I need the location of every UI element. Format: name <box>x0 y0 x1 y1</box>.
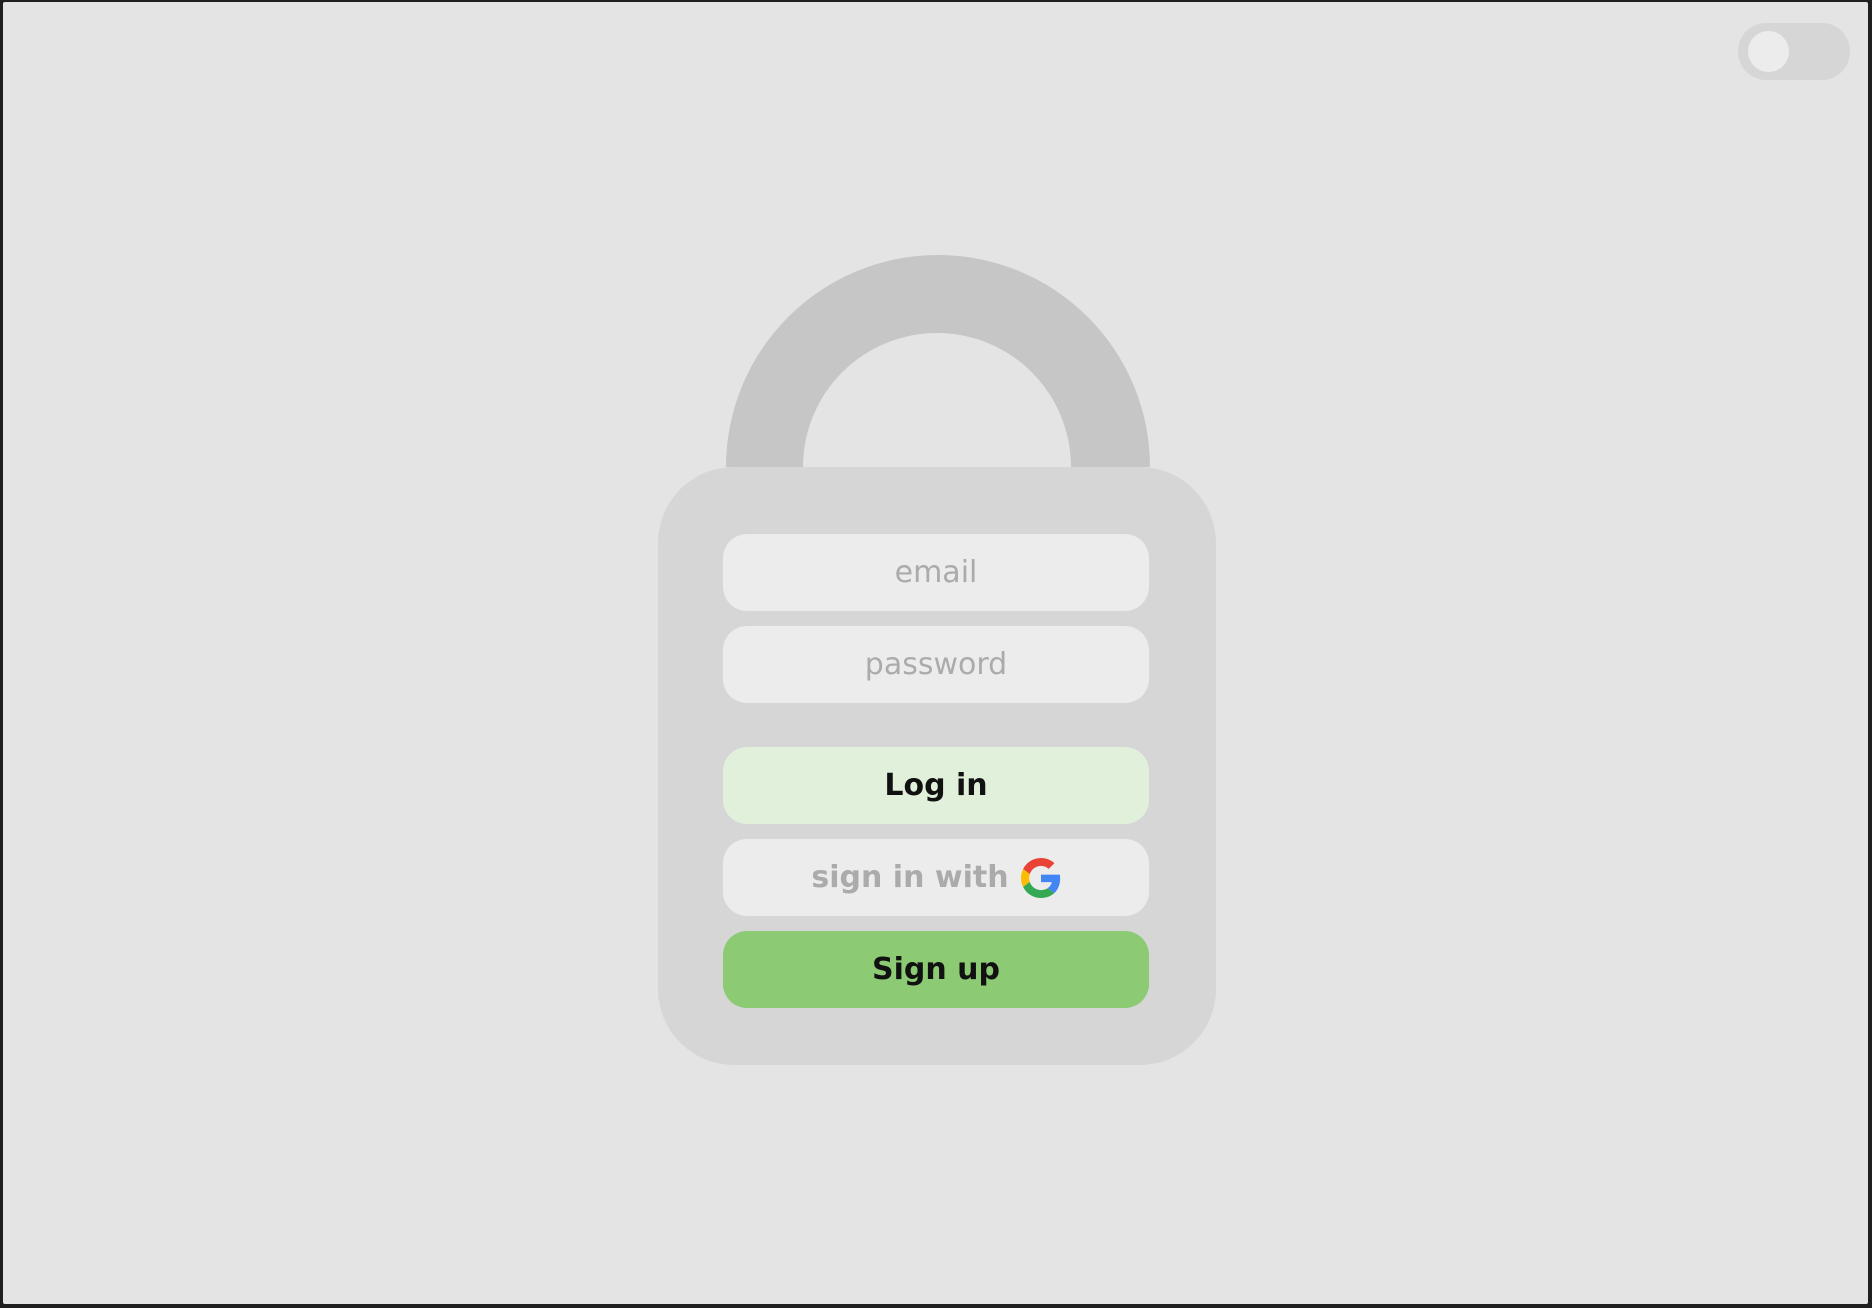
login-button[interactable]: Log in <box>723 747 1149 824</box>
login-button-label: Log in <box>884 768 988 803</box>
google-g-icon <box>1020 857 1060 898</box>
signup-button[interactable]: Sign up <box>723 931 1149 1008</box>
login-form: Log in sign in with Sign up <box>658 467 1216 1065</box>
signup-button-label: Sign up <box>872 952 1000 987</box>
google-signin-button[interactable]: sign in with <box>723 839 1149 916</box>
google-signin-label: sign in with <box>811 860 1009 895</box>
app-window: Log in sign in with Sign up <box>3 2 1868 1304</box>
theme-toggle[interactable] <box>1738 23 1850 80</box>
toggle-knob[interactable] <box>1748 31 1789 72</box>
email-field[interactable] <box>723 534 1149 611</box>
password-field[interactable] <box>723 626 1149 703</box>
